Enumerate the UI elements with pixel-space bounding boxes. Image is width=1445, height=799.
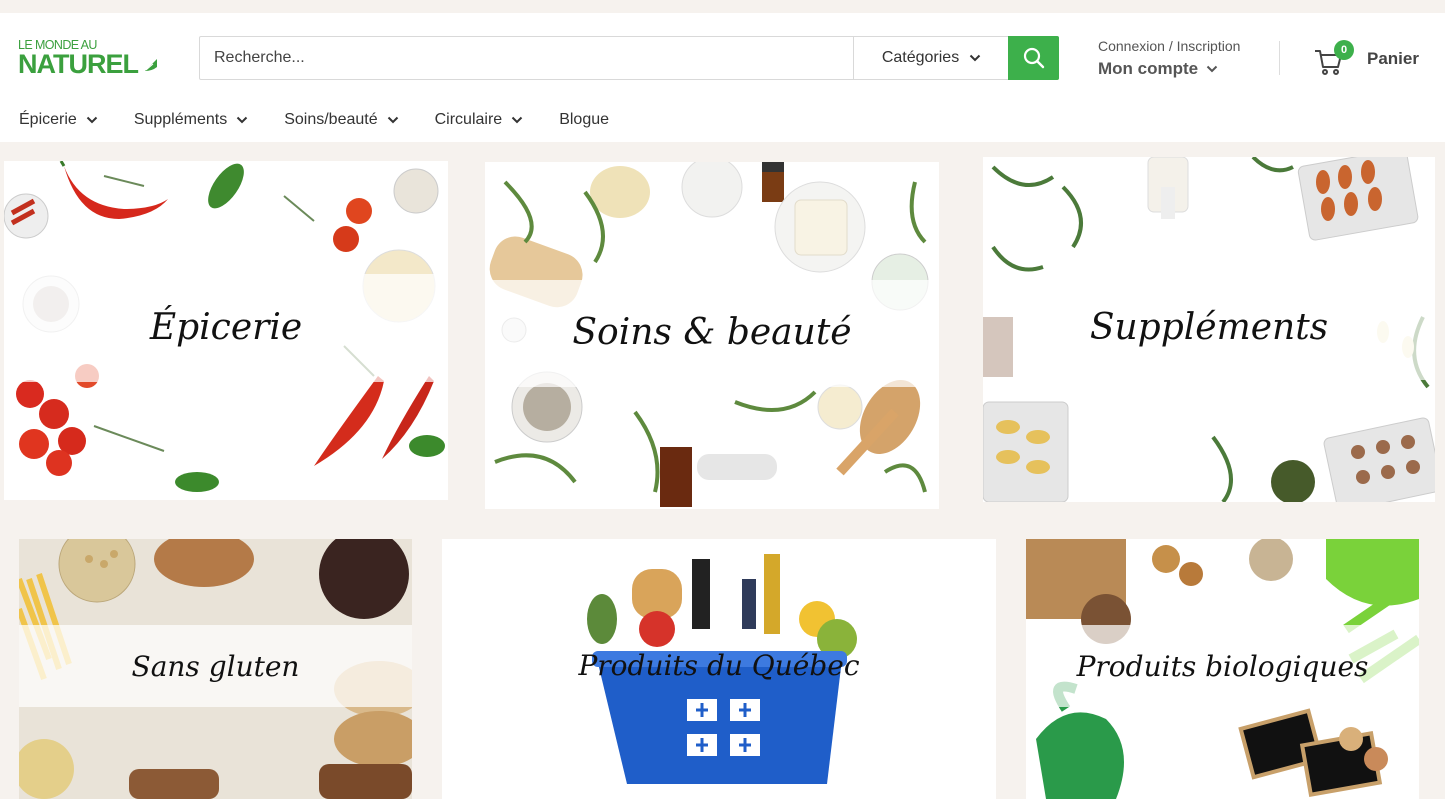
nav-item-label: Soins/beauté <box>284 111 378 128</box>
categories-dropdown[interactable]: Catégories <box>853 37 1009 79</box>
my-account-label: Mon compte <box>1098 59 1199 78</box>
my-account-toggle[interactable]: Mon compte <box>1098 59 1268 79</box>
login-register-link[interactable]: Connexion / Inscription <box>1098 38 1268 54</box>
site-logo[interactable]: LE MONDE AU NATUREL <box>18 38 160 80</box>
nav-item-epicerie[interactable]: Épicerie <box>19 108 98 132</box>
nav-item-label: Épicerie <box>19 111 77 128</box>
cart-count-badge: 0 <box>1334 40 1354 60</box>
main-nav: Épicerie Suppléments Soins/beauté Circul… <box>19 108 645 132</box>
categories-label: Catégories <box>881 49 960 66</box>
leaf-icon <box>145 59 157 71</box>
tile-label: Épicerie <box>149 307 303 348</box>
search-icon <box>1023 47 1044 69</box>
nav-item-label: Circulaire <box>434 111 503 128</box>
nav-item-circulaire[interactable]: Circulaire <box>435 108 524 132</box>
nav-item-label: Suppléments <box>133 111 228 128</box>
chevron-down-icon <box>969 54 981 62</box>
site-header: LE MONDE AU NATUREL Catégories Connexion… <box>0 13 1445 142</box>
header-divider <box>1279 41 1280 75</box>
nav-item-supplements[interactable]: Suppléments <box>134 108 248 132</box>
category-tile-produits-quebec[interactable]: Produits du Québec <box>442 539 996 799</box>
category-tile-produits-biologiques[interactable]: Produits biologiques <box>1026 539 1419 799</box>
chevron-down-icon <box>236 116 248 124</box>
cart-link[interactable]: 0 Panier <box>1313 40 1423 81</box>
category-tile-sans-gluten[interactable]: Sans gluten <box>19 539 412 799</box>
tile-label: Sans gluten <box>131 650 300 683</box>
search-button[interactable] <box>1008 36 1059 80</box>
category-tile-supplements[interactable]: Suppléments <box>983 157 1435 502</box>
chevron-down-icon <box>387 116 398 124</box>
nav-item-soins-beaute[interactable]: Soins/beauté <box>284 108 398 132</box>
search-input[interactable] <box>200 37 853 79</box>
chevron-down-icon <box>1206 65 1218 73</box>
category-tile-epicerie[interactable]: Épicerie <box>4 161 448 500</box>
search-bar: Catégories <box>199 36 1059 80</box>
tile-label: Produits biologiques <box>1076 650 1369 683</box>
chevron-down-icon <box>511 116 523 124</box>
nav-item-label: Blogue <box>559 111 610 128</box>
category-tile-soins-beaute[interactable]: Soins & beauté <box>485 162 939 509</box>
tile-label: Soins & beauté <box>572 312 852 353</box>
chevron-down-icon <box>86 116 98 124</box>
top-strip <box>0 0 1445 13</box>
nav-item-blogue[interactable]: Blogue <box>559 108 609 132</box>
account-menu[interactable]: Connexion / Inscription Mon compte <box>1098 38 1268 86</box>
cart-label: Panier <box>1367 49 1419 68</box>
logo-line2: NATUREL <box>18 49 139 79</box>
tile-label: Suppléments <box>1089 307 1329 348</box>
tile-label: Produits du Québec <box>578 649 860 682</box>
